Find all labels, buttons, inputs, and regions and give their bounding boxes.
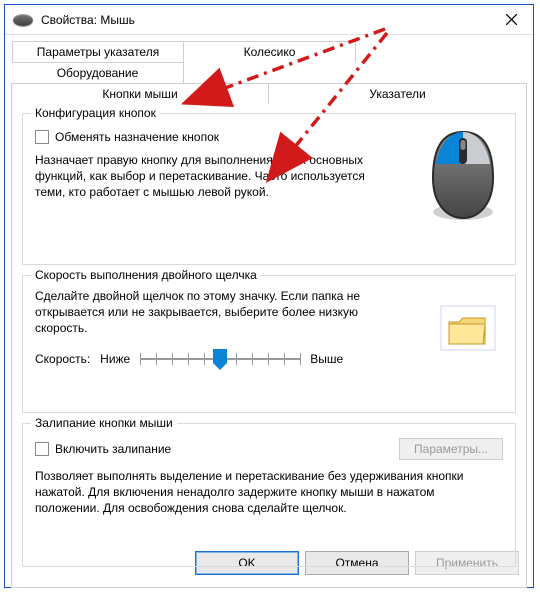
tab-buttons[interactable]: Кнопки мыши bbox=[11, 83, 269, 104]
window-title: Свойства: Мышь bbox=[41, 13, 491, 27]
speed-high-label: Выше bbox=[310, 352, 343, 366]
tab-label: Указатели bbox=[369, 87, 425, 101]
doubleclick-speed-slider[interactable] bbox=[140, 347, 300, 371]
speed-low-label: Ниже bbox=[100, 352, 130, 366]
titlebar: Свойства: Мышь bbox=[5, 5, 533, 35]
tab-label: Кнопки мыши bbox=[102, 87, 177, 101]
tab-wheel[interactable]: Колесико bbox=[184, 41, 356, 62]
tab-pointer-options[interactable]: Параметры указателя bbox=[12, 41, 184, 62]
slider-thumb[interactable] bbox=[213, 349, 227, 369]
close-button[interactable] bbox=[491, 6, 531, 34]
group-button-config: Конфигурация кнопок Обменять назначение … bbox=[22, 113, 516, 265]
mouse-app-icon bbox=[13, 14, 33, 26]
tab-label: Колесико bbox=[244, 45, 296, 59]
tab-pointers[interactable]: Указатели bbox=[269, 83, 527, 104]
group-legend: Залипание кнопки мыши bbox=[31, 416, 177, 430]
clicklock-description: Позволяет выполнять выделение и перетаск… bbox=[35, 468, 495, 517]
clicklock-settings-button: Параметры... bbox=[399, 438, 503, 460]
tab-hardware[interactable]: Оборудование bbox=[12, 62, 184, 83]
mouse-icon bbox=[423, 124, 503, 224]
group-clicklock: Залипание кнопки мыши Включить залипание… bbox=[22, 423, 516, 567]
speed-label: Скорость: bbox=[35, 352, 90, 366]
clicklock-checkbox[interactable] bbox=[35, 442, 49, 456]
swap-buttons-description: Назначает правую кнопку для выполнения т… bbox=[35, 152, 375, 201]
group-legend: Скорость выполнения двойного щелчка bbox=[31, 268, 261, 282]
close-icon bbox=[506, 14, 517, 25]
tab-label: Параметры указателя bbox=[37, 45, 159, 59]
tab-body-buttons: Конфигурация кнопок Обменять назначение … bbox=[11, 103, 527, 588]
clicklock-label: Включить залипание bbox=[55, 442, 171, 456]
group-doubleclick: Скорость выполнения двойного щелчка Сдел… bbox=[22, 275, 516, 413]
group-legend: Конфигурация кнопок bbox=[31, 106, 160, 120]
swap-buttons-checkbox[interactable] bbox=[35, 130, 49, 144]
tab-label: Оборудование bbox=[57, 66, 139, 80]
doubleclick-test-folder-icon[interactable] bbox=[439, 304, 497, 352]
swap-buttons-label: Обменять назначение кнопок bbox=[55, 130, 219, 144]
doubleclick-description: Сделайте двойной щелчок по этому значку.… bbox=[35, 288, 365, 337]
